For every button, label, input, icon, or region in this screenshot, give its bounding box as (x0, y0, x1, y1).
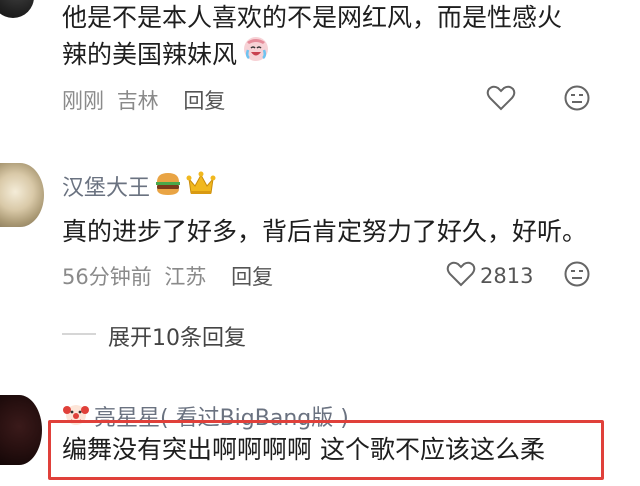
divider (62, 333, 96, 335)
like-button[interactable] (486, 84, 516, 116)
avatar[interactable] (0, 395, 42, 465)
avatar[interactable] (0, 163, 44, 227)
reply-button[interactable]: 回复 (231, 265, 273, 289)
hamburger-emoji-icon (154, 171, 182, 201)
like-button[interactable]: 2813 (446, 260, 533, 292)
like-count: 2813 (480, 264, 534, 288)
comment-meta: 56分钟前 江苏 回复 (62, 261, 273, 291)
heart-outline-icon (446, 260, 476, 292)
emoji-reaction-icon (563, 84, 591, 116)
comment-location: 吉林 (116, 89, 159, 113)
comment-text-line2: 辣的美国辣妹风 (62, 34, 271, 76)
emoji-reaction-button[interactable] (563, 84, 591, 116)
heart-outline-icon (486, 84, 516, 116)
crown-emoji-icon (186, 171, 216, 201)
avatar[interactable] (0, 0, 34, 18)
expand-replies-button[interactable]: 展开10条回复 (108, 320, 246, 352)
comment-time: 56分钟前 (62, 265, 152, 289)
comment-location: 江苏 (164, 265, 207, 289)
comment-text: 真的进步了好多，背后肯定努力了好久，好听。 (62, 217, 588, 246)
comment-text-part: 辣的美国辣妹风 (62, 40, 238, 69)
comment-meta: 刚刚 吉林 回复 (62, 85, 225, 115)
emoji-reaction-button[interactable] (563, 260, 591, 292)
comment-text: 他是不是本人喜欢的不是网红风，而是性感火 (62, 3, 563, 32)
reply-button[interactable]: 回复 (183, 89, 225, 113)
username[interactable]: 汉堡大王 (62, 170, 150, 202)
comment-header: 汉堡大王 (62, 170, 216, 202)
laughing-crying-emoji-icon (241, 34, 271, 76)
comment-text: 编舞没有突出啊啊啊啊 这个歌不应该这么柔 (62, 435, 545, 464)
comment-time: 刚刚 (62, 89, 104, 113)
emoji-reaction-icon (563, 260, 591, 292)
